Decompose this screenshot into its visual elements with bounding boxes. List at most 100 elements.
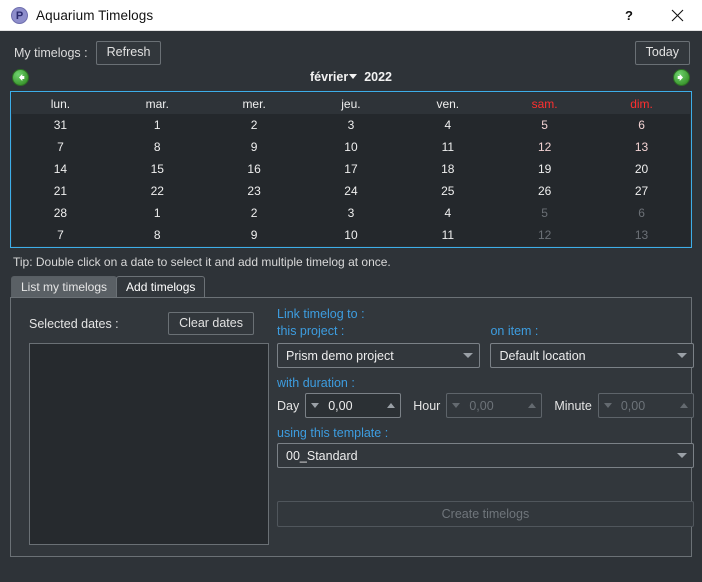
calendar-day-cell[interactable]: 10 (302, 136, 400, 158)
calendar-day-cell[interactable]: 24 (302, 180, 400, 202)
calendar-day-cell[interactable]: 7 (12, 136, 109, 158)
previous-month-button[interactable] (12, 68, 29, 86)
calendar-day-cell[interactable]: 2 (205, 114, 303, 136)
calendar-day-cell[interactable]: 25 (399, 180, 497, 202)
calendar-day-cell[interactable]: 8 (108, 224, 206, 246)
stepper-up-icon[interactable] (387, 403, 396, 408)
selected-dates-list[interactable] (29, 343, 269, 546)
top-toolbar: My timelogs : Refresh Today (0, 31, 702, 66)
tab-bar: List my timelogs Add timelogs (0, 275, 702, 297)
template-section: using this template : 00_Standard (277, 426, 694, 468)
calendar-day-cell[interactable]: 3 (302, 114, 400, 136)
calendar-day-cell[interactable]: 1 (108, 114, 206, 136)
calendar-weekday-header: jeu. (302, 93, 400, 114)
my-timelogs-label: My timelogs : (14, 46, 88, 60)
calendar-header-row: lun. mar. mer. jeu. ven. sam. dim. (12, 93, 690, 114)
calendar-day-cell[interactable]: 16 (205, 158, 303, 180)
month-year-title: février 2022 (0, 70, 702, 84)
project-select[interactable]: Prism demo project (277, 343, 481, 368)
hour-stepper[interactable]: 0,00 (446, 393, 543, 418)
stepper-down-icon[interactable] (603, 403, 612, 408)
minute-value: 0,00 (620, 398, 646, 413)
project-combo-col: Prism demo project (277, 343, 481, 368)
calendar-week-row: 28 1 2 3 4 5 6 (12, 202, 690, 224)
this-project-label: this project : (277, 324, 345, 338)
calendar-day-cell[interactable]: 10 (302, 224, 400, 246)
today-button[interactable]: Today (634, 41, 690, 65)
stepper-down-icon[interactable] (452, 403, 461, 408)
template-select[interactable]: 00_Standard (277, 443, 694, 468)
arrow-right-icon (677, 73, 683, 81)
calendar-day-cell[interactable]: 13 (593, 136, 690, 158)
calendar-day-cell[interactable]: 13 (593, 224, 690, 246)
calendar-week-row: 7 8 9 10 11 12 13 (12, 224, 690, 246)
calendar-day-cell[interactable]: 18 (399, 158, 497, 180)
next-month-button[interactable] (673, 68, 690, 86)
minute-label: Minute (554, 398, 592, 413)
stepper-up-icon[interactable] (528, 403, 537, 408)
link-timelog-label: Link timelog to : (277, 307, 365, 321)
selected-dates-section: Selected dates : Clear dates (11, 298, 269, 556)
calendar-day-cell[interactable]: 12 (496, 224, 594, 246)
project-item-labels-row: this project : on item : (277, 324, 694, 341)
calendar-weekday-header: dim. (593, 93, 690, 114)
calendar-day-cell[interactable]: 7 (12, 224, 109, 246)
calendar-day-cell[interactable]: 11 (399, 224, 497, 246)
stepper-up-icon[interactable] (679, 403, 688, 408)
calendar-day-cell[interactable]: 21 (12, 180, 109, 202)
calendar-day-cell[interactable]: 15 (108, 158, 206, 180)
arrow-left-icon (19, 73, 25, 81)
with-duration-label: with duration : (277, 376, 355, 390)
day-label: Day (277, 398, 300, 413)
calendar-day-cell[interactable]: 6 (593, 202, 690, 224)
close-button[interactable] (652, 0, 702, 30)
calendar-day-cell[interactable]: 27 (593, 180, 690, 202)
project-select-value: Prism demo project (286, 348, 394, 363)
tab-list-my-timelogs[interactable]: List my timelogs (11, 275, 118, 297)
calendar-day-cell[interactable]: 3 (302, 202, 400, 224)
title-bar: P Aquarium Timelogs ? (0, 0, 702, 31)
minute-stepper[interactable]: 0,00 (597, 393, 694, 418)
calendar-day-cell[interactable]: 4 (399, 202, 497, 224)
calendar-day-cell[interactable]: 1 (108, 202, 206, 224)
month-label: février (310, 70, 349, 84)
calendar-day-cell[interactable]: 9 (205, 136, 303, 158)
calendar-body: 31 1 2 3 4 5 6 7 8 9 10 11 12 13 14 15 16 17 18 19 20 21 22 23 2… (12, 114, 690, 246)
calendar-day-cell[interactable]: 19 (496, 158, 594, 180)
clear-dates-button[interactable]: Clear dates (168, 312, 254, 336)
chevron-down-icon (676, 453, 687, 458)
refresh-button[interactable]: Refresh (95, 41, 162, 65)
day-stepper[interactable]: 0,00 (305, 393, 402, 418)
calendar-day-cell[interactable]: 2 (205, 202, 303, 224)
calendar-widget[interactable]: lun. mar. mer. jeu. ven. sam. dim. 31 1 2 3 4 5 6 7 8 9… (10, 91, 692, 248)
calendar-day-cell[interactable]: 12 (496, 136, 594, 158)
calendar-day-cell[interactable]: 6 (593, 114, 690, 136)
item-combo-col: Default location (490, 343, 694, 368)
calendar-day-cell[interactable]: 28 (12, 202, 109, 224)
calendar-day-cell[interactable]: 8 (108, 136, 206, 158)
chevron-down-icon (349, 74, 358, 80)
calendar-day-cell[interactable]: 31 (12, 114, 109, 136)
calendar-day-cell[interactable]: 11 (399, 136, 497, 158)
help-button[interactable]: ? (606, 0, 652, 30)
create-timelogs-button[interactable]: Create timelogs (277, 501, 694, 527)
calendar-day-cell[interactable]: 14 (12, 158, 109, 180)
calendar-day-cell[interactable]: 26 (496, 180, 594, 202)
calendar-day-cell[interactable]: 23 (205, 180, 303, 202)
calendar-day-cell[interactable]: 5 (496, 202, 594, 224)
calendar-day-cell[interactable]: 20 (593, 158, 690, 180)
calendar-day-cell[interactable]: 22 (108, 180, 206, 202)
calendar-day-cell[interactable]: 4 (399, 114, 497, 136)
calendar-day-cell[interactable]: 17 (302, 158, 400, 180)
tab-add-timelogs[interactable]: Add timelogs (116, 275, 206, 297)
hour-value: 0,00 (469, 398, 494, 413)
calendar-day-cell[interactable]: 9 (205, 224, 303, 246)
stepper-down-icon[interactable] (311, 403, 320, 408)
calendar-table: lun. mar. mer. jeu. ven. sam. dim. 31 1 2 3 4 5 6 7 8 9… (12, 93, 690, 246)
template-select-value: 00_Standard (286, 448, 358, 463)
calendar-day-cell[interactable]: 5 (496, 114, 594, 136)
calendar-week-row: 31 1 2 3 4 5 6 (12, 114, 690, 136)
item-select[interactable]: Default location (490, 343, 694, 368)
this-project-label-col: this project : (277, 324, 480, 341)
window-body: My timelogs : Refresh Today février 2022 (0, 31, 702, 582)
